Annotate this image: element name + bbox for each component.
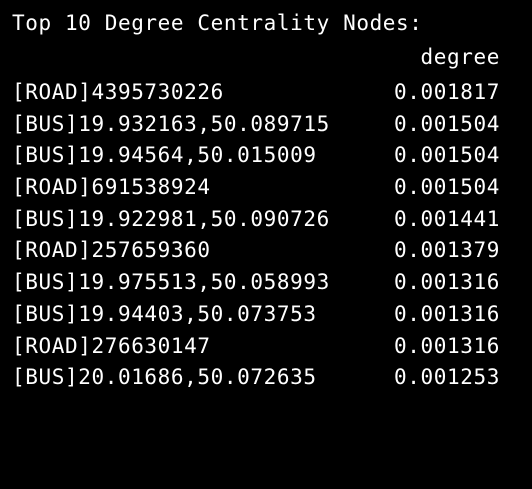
degree-value: 0.001316: [394, 301, 500, 326]
node-id: [BUS]19.975513,50.058993: [12, 270, 330, 295]
node-id: [ROAD]691538924: [12, 175, 211, 200]
degree-value: 0.001316: [394, 270, 500, 295]
degree-value: 0.001253: [394, 365, 500, 390]
table-row: [ROAD]691538924 0.001504: [12, 172, 500, 204]
degree-value: 0.001379: [394, 238, 500, 263]
output-heading: Top 10 Degree Centrality Nodes:: [12, 11, 423, 35]
terminal-output: Top 10 Degree Centrality Nodes: degree […: [0, 0, 532, 452]
node-id: [BUS]19.94564,50.015009: [12, 143, 317, 168]
node-id: [BUS]19.94403,50.073753: [12, 301, 317, 326]
node-id: [ROAD]257659360: [12, 238, 211, 263]
degree-value: 0.001504: [394, 143, 500, 168]
table-row: [ROAD]257659360 0.001379: [12, 235, 500, 267]
table-row: [BUS]19.94564,50.015009 0.001504: [12, 140, 500, 172]
degree-value: 0.001504: [394, 111, 500, 136]
node-id: [BUS]19.932163,50.089715: [12, 111, 330, 136]
degree-value: 0.001504: [394, 175, 500, 200]
node-id: [ROAD]276630147: [12, 333, 211, 358]
node-id: [BUS]20.01686,50.072635: [12, 365, 317, 390]
table-row: [BUS]20.01686,50.072635 0.001253: [12, 362, 500, 394]
table-row: [ROAD]276630147 0.001316: [12, 331, 500, 363]
degree-column-header: degree: [420, 45, 500, 69]
degree-value: 0.001817: [394, 80, 500, 104]
table-row: [BUS]19.94403,50.073753 0.001316: [12, 299, 500, 331]
node-id: [ROAD]4395730226: [12, 80, 224, 104]
table-row: [BUS]19.975513,50.058993 0.001316: [12, 267, 500, 299]
centrality-table: [ROAD]4395730226 0.001817 [BUS]19.932163…: [12, 77, 500, 394]
degree-value: 0.001316: [394, 333, 500, 358]
degree-value: 0.001441: [394, 206, 500, 231]
table-row: [BUS]19.932163,50.089715 0.001504: [12, 109, 500, 141]
table-row: [BUS]19.922981,50.090726 0.001441: [12, 204, 500, 236]
table-row: [ROAD]4395730226 0.001817: [12, 77, 500, 109]
node-id: [BUS]19.922981,50.090726: [12, 206, 330, 231]
